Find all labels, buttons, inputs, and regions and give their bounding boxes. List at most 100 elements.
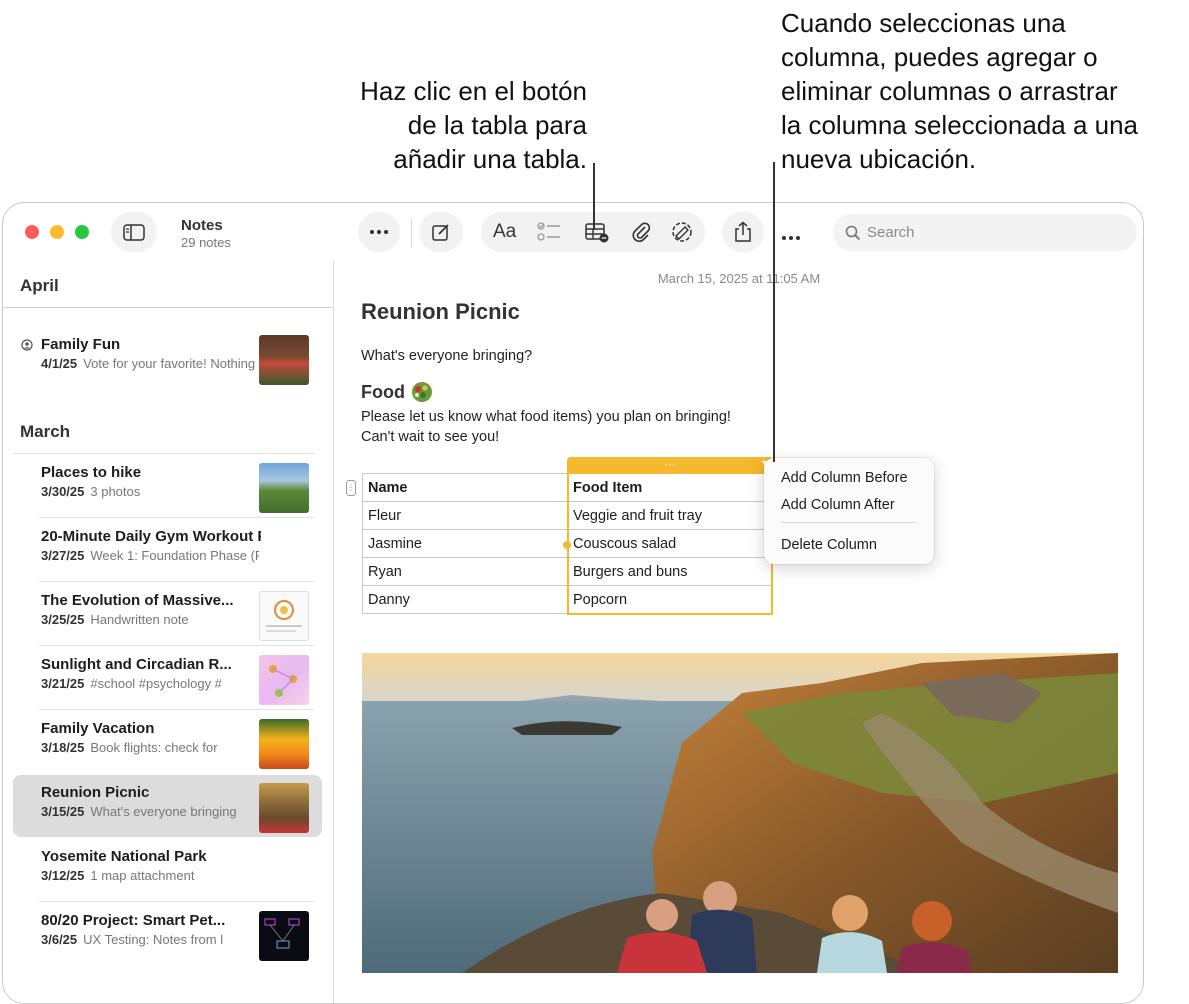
note-thumbnail	[259, 783, 309, 833]
more-icon	[370, 230, 388, 234]
note-date: 3/15/25	[41, 804, 85, 819]
note-preview: Week 1: Foundation Phase (Focus	[90, 548, 259, 563]
callout-column-select: Cuando seleccionas una columna, puedes a…	[781, 6, 1189, 176]
table-header-cell[interactable]: Name	[362, 473, 568, 502]
search-icon	[845, 225, 861, 240]
note-meta: 3/15/25 What's everyone bringing	[41, 804, 259, 819]
more-button[interactable]	[781, 228, 801, 246]
note-list-item[interactable]: The Evolution of Massive... 3/25/25 Handw…	[13, 583, 322, 646]
section-divider	[3, 307, 333, 308]
note-meta: 3/25/25 Handwritten note	[41, 612, 259, 627]
note-list-item[interactable]: Family Vacation 3/18/25 Book flights: che…	[13, 711, 322, 773]
search-field[interactable]: Search	[833, 214, 1137, 251]
table-cell[interactable]: Danny	[362, 585, 568, 614]
toolbar-divider	[411, 218, 412, 248]
note-meta: 3/6/25 UX Testing: Notes from l	[41, 932, 259, 947]
note-count: 29 notes	[181, 235, 231, 250]
delete-column-item[interactable]: Delete Column	[781, 537, 877, 553]
table-cell[interactable]: Ryan	[362, 557, 568, 586]
note-body-line: Can't wait to see you!	[361, 429, 500, 445]
table-icon[interactable]	[585, 223, 609, 243]
section-heading-march: March	[20, 422, 71, 441]
table-cell[interactable]: Jasmine	[362, 529, 568, 558]
add-column-after-item[interactable]: Add Column After	[781, 497, 895, 513]
note-list-item[interactable]: 20-Minute Daily Gym Workout Pl... 3/27/2…	[13, 519, 322, 582]
diagram-thumbnail-icon	[264, 918, 300, 949]
row-handle[interactable]: ⋮	[346, 480, 356, 496]
shared-note-icon	[21, 339, 33, 351]
note-date: 3/6/25	[41, 932, 78, 947]
checklist-icon[interactable]	[537, 222, 561, 242]
coastal-photo-image	[362, 653, 1118, 973]
note-date: 3/21/25	[41, 676, 85, 691]
table-cell[interactable]: Couscous salad	[567, 529, 773, 558]
list-separator	[39, 517, 314, 518]
note-list-item[interactable]: Family Fun 4/1/25 Vote for your favorite!…	[13, 327, 322, 389]
sidebar-toggle-button[interactable]	[111, 212, 157, 252]
note-thumbnail	[259, 591, 309, 641]
add-column-before-item[interactable]: Add Column Before	[781, 470, 908, 486]
note-thumbnail	[259, 655, 309, 705]
callout-line-text: Cuando seleccionas una	[781, 8, 1066, 38]
table-header-cell[interactable]: Food Item	[567, 473, 773, 502]
note-thumbnail	[259, 911, 309, 961]
note-title: The Evolution of Massive...	[41, 592, 234, 609]
note-title: 80/20 Project: Smart Pet...	[41, 912, 226, 929]
callout-line-text: de la tabla para	[407, 110, 587, 140]
note-title: Places to hike	[41, 464, 142, 481]
column-context-menu: Add Column Before Add Column After Delet…	[764, 458, 934, 564]
callout-line-text: nueva ubicación.	[781, 144, 977, 174]
note-preview: Vote for your favorite! Nothing	[83, 356, 256, 371]
note-thumbnail	[259, 719, 309, 769]
callout-leader-line	[593, 163, 595, 230]
note-date: 4/1/25	[41, 356, 78, 371]
note-list-item[interactable]: 80/20 Project: Smart Pet... 3/6/25 UX Tes…	[13, 903, 322, 965]
menu-divider	[781, 522, 917, 523]
note-title: Sunlight and Circadian R...	[41, 656, 232, 673]
note-title: Family Fun	[41, 336, 121, 353]
note-list-item[interactable]: Sunlight and Circadian R... 3/21/25 #scho…	[13, 647, 322, 710]
callout-line-text: añadir una tabla.	[393, 144, 587, 174]
salad-emoji-icon	[411, 382, 432, 402]
notes-window: Notes 29 notes Aa Search April Family Fu…	[2, 202, 1144, 1004]
note-date: 3/30/25	[41, 484, 85, 499]
column-handle[interactable]: ··· ▾	[567, 457, 773, 474]
callout-line-text: la columna seleccionada a una	[781, 110, 1139, 140]
picnic-photo[interactable]	[362, 653, 1118, 973]
share-button[interactable]	[722, 212, 764, 252]
compose-button[interactable]	[419, 212, 463, 252]
text-format-icon[interactable]: Aa	[493, 221, 516, 243]
table-cell[interactable]: Fleur	[362, 501, 568, 530]
table-cell[interactable]: Burgers and buns	[567, 557, 773, 586]
table-cell[interactable]: Veggie and fruit tray	[567, 501, 773, 530]
callout-line-text: eliminar columnas o arrastrar	[781, 76, 1118, 106]
note-meta: 3/27/25 Week 1: Foundation Phase (Focus	[41, 548, 259, 563]
note-thumbnail	[259, 463, 309, 513]
close-window-button[interactable]	[25, 225, 39, 239]
note-meta: 4/1/25 Vote for your favorite! Nothing	[41, 356, 259, 371]
note-meta: 3/18/25 Book flights: check for	[41, 740, 259, 755]
section-heading-april: April	[20, 276, 59, 295]
note-preview: 3 photos	[90, 484, 141, 499]
zoom-window-button[interactable]	[75, 225, 89, 239]
more-button[interactable]	[358, 212, 400, 252]
note-section-heading: Food	[361, 381, 433, 403]
selection-handle[interactable]	[563, 541, 571, 549]
note-editor[interactable]: March 15, 2025 at 11:05 AM Reunion Picni…	[334, 261, 1143, 1003]
note-preview: 1 map attachment	[90, 868, 195, 883]
note-list-item-selected[interactable]: Reunion Picnic 3/15/25 What's everyone br…	[13, 775, 322, 837]
note-title: Reunion Picnic	[361, 299, 520, 324]
note-list-item[interactable]: Yosemite National Park 3/12/25 1 map atta…	[13, 839, 322, 902]
minimize-window-button[interactable]	[50, 225, 64, 239]
table-cell[interactable]: Popcorn	[567, 585, 773, 614]
collaborate-icon[interactable]	[670, 221, 694, 243]
note-question: What's everyone bringing?	[361, 348, 533, 364]
more-icon	[782, 236, 800, 240]
table-header-row: Name Food Item	[362, 473, 773, 502]
attachment-icon[interactable]	[631, 221, 651, 243]
sidebar-toggle-icon	[123, 223, 145, 241]
share-icon	[735, 221, 751, 242]
note-list-item[interactable]: Places to hike 3/30/25 3 photos	[13, 455, 322, 518]
table-row: Fleur Veggie and fruit tray	[362, 501, 773, 530]
callout-line-text: Haz clic en el botón	[360, 76, 587, 106]
